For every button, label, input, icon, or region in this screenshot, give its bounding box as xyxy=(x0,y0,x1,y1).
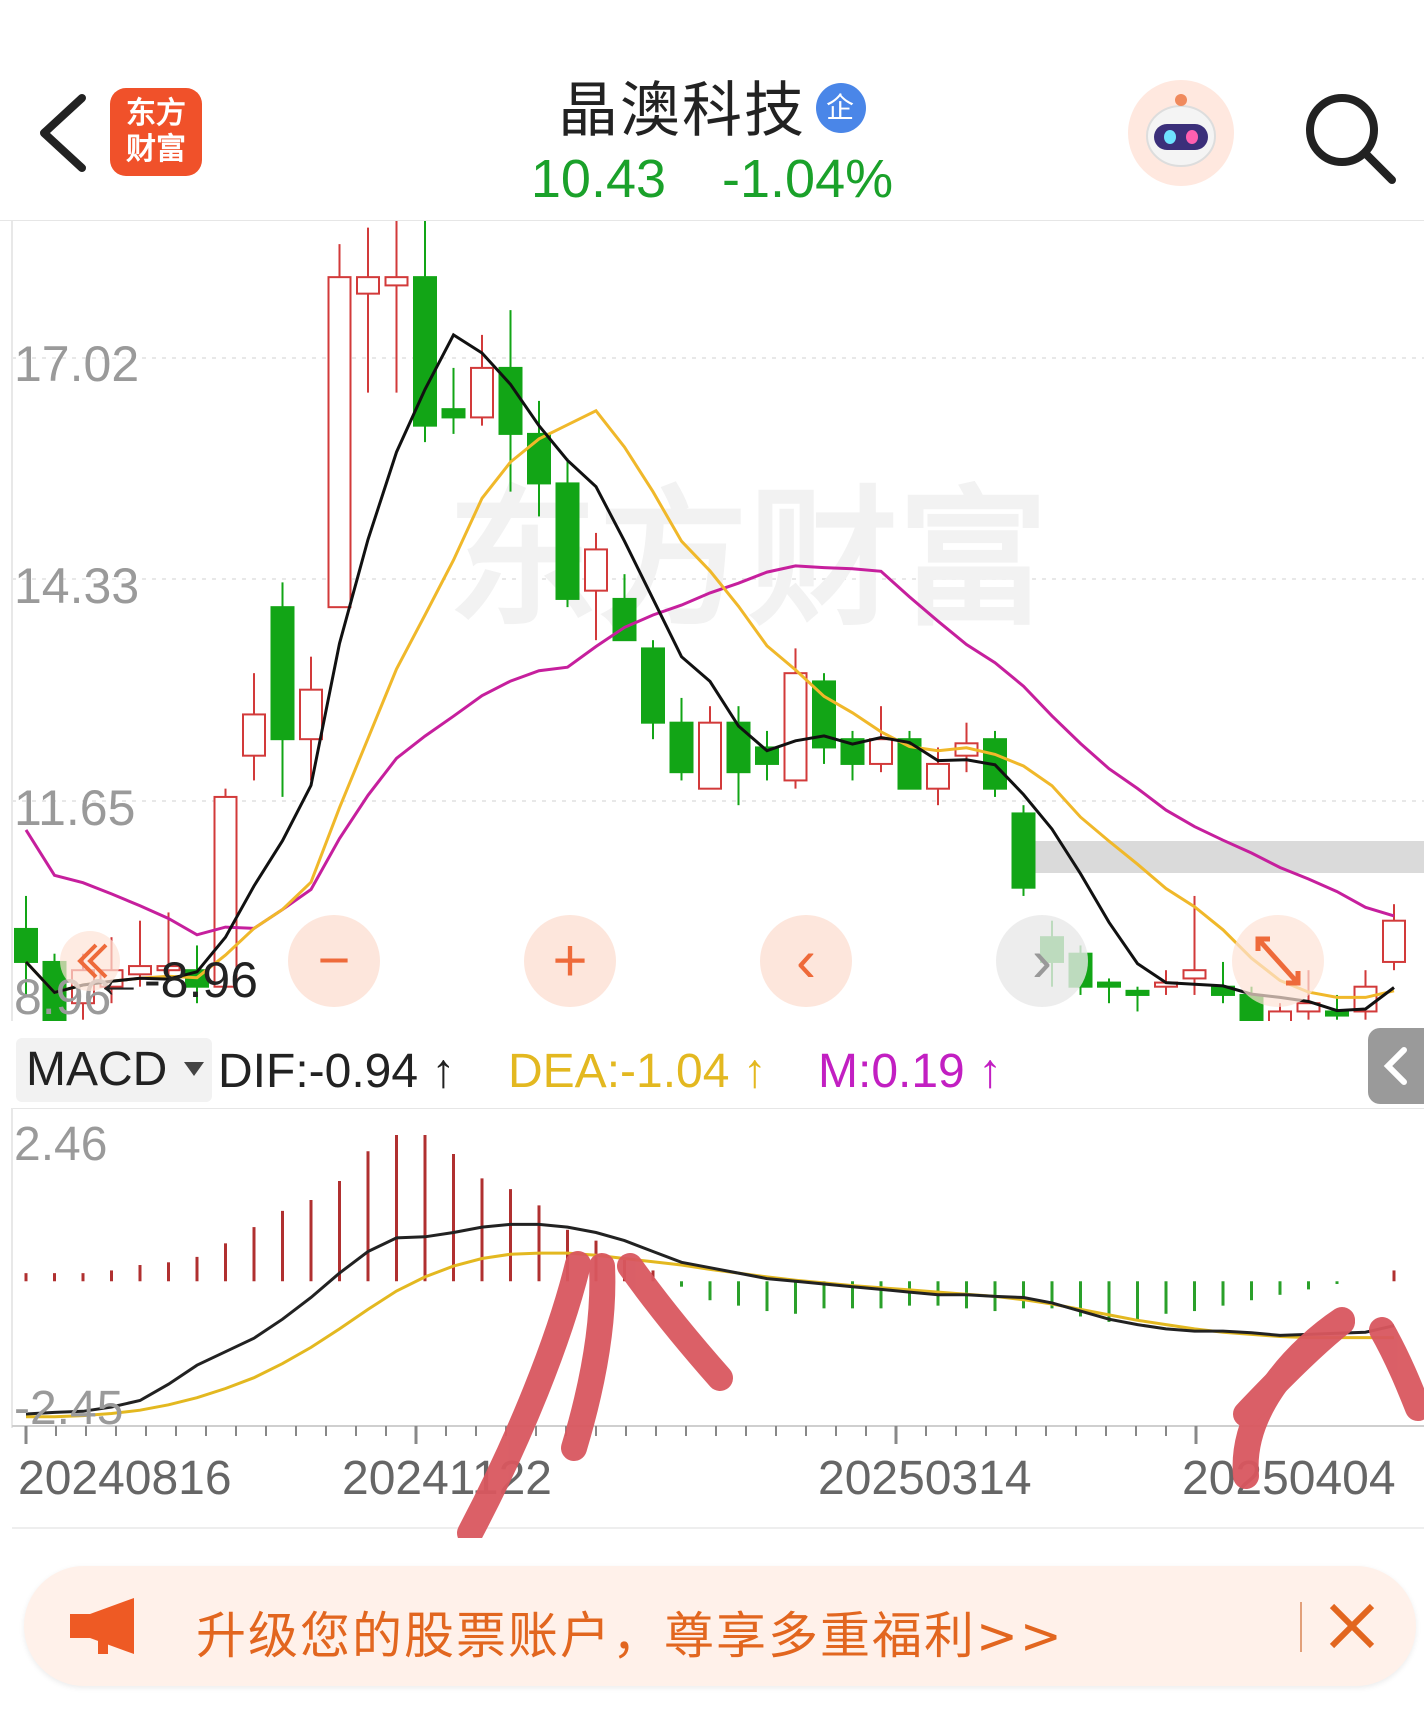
kline-chart[interactable]: 东方财富 17.02 14.33 11.65 8.96 ←-8.96 − + ‹… xyxy=(0,221,1424,1021)
y-label: 17.02 xyxy=(14,336,139,392)
current-price: 10.43 xyxy=(530,149,667,209)
enterprise-badge: 企 xyxy=(816,83,866,133)
candle-body xyxy=(698,721,722,790)
zoom-out-label: − xyxy=(318,928,351,991)
assistant-robot-icon[interactable] xyxy=(1128,80,1234,186)
x-label: 20241122 xyxy=(342,1452,552,1505)
candle-body xyxy=(384,276,409,287)
time-axis-ticks xyxy=(24,1426,1198,1444)
candle-body xyxy=(555,482,580,600)
promo-text: 升级您的股票账户，尊享多重福利>> xyxy=(196,1607,1064,1665)
candle-body xyxy=(1011,812,1036,889)
candle-body xyxy=(270,606,295,741)
candle-body xyxy=(726,721,751,774)
close-icon[interactable] xyxy=(1320,1594,1384,1658)
scroll-left-label: ‹ xyxy=(796,927,816,994)
y-label: 14.33 xyxy=(14,558,139,614)
indicator-selector-label: MACD xyxy=(26,1043,168,1096)
up-arrow-icon: ↑ xyxy=(742,1045,767,1098)
x-axis-labels: 20240816 20241122 20250314 20250404 xyxy=(18,1452,1396,1505)
dea-value: DEA:-1.04 xyxy=(508,1045,730,1098)
candle-body xyxy=(299,688,323,741)
candle-body xyxy=(926,762,950,790)
annotation-stroke xyxy=(617,1253,733,1391)
x-label: 20240816 xyxy=(18,1452,232,1505)
m-value: M:0.19 xyxy=(818,1045,965,1098)
scroll-right-button[interactable]: › xyxy=(996,915,1088,1007)
candle-body xyxy=(869,738,893,765)
dea-line xyxy=(26,1251,1394,1419)
up-arrow-icon: ↑ xyxy=(978,1045,1003,1098)
top-bar: 东方 财富 晶澳科技企 10.43 -1.04% xyxy=(0,0,1424,221)
macd-y-top: 2.46 xyxy=(14,1118,107,1171)
x-label: 20250404 xyxy=(1182,1452,1396,1505)
change-percent: -1.04% xyxy=(722,149,894,209)
scroll-right-label: › xyxy=(1032,927,1052,994)
macd-chart[interactable]: 2.46 -2.45 20240816 20241122 20250314 20… xyxy=(0,1108,1424,1538)
candle-body xyxy=(1125,989,1150,996)
candle-body xyxy=(669,721,694,774)
scroll-left-button[interactable]: ‹ xyxy=(760,915,852,1007)
candle-body xyxy=(1382,919,1406,963)
candle-body xyxy=(584,548,608,592)
candle-body xyxy=(527,432,551,485)
chevron-left-icon xyxy=(1383,1047,1407,1085)
zoom-out-button[interactable]: − xyxy=(288,915,380,1007)
dif-readout: DIF:-0.94 ↑ xyxy=(218,1044,455,1100)
dea-readout: DEA:-1.04 ↑ xyxy=(508,1044,767,1100)
candle-body xyxy=(14,927,38,963)
macd-histogram xyxy=(24,1134,1396,1322)
macd-y-bottom: -2.45 xyxy=(14,1382,123,1435)
candle-body xyxy=(1268,1010,1292,1021)
y-axis-labels: 17.02 14.33 11.65 8.96 xyxy=(14,336,139,1021)
indicator-bar: MACD DIF:-0.94 ↑ DEA:-1.04 ↑ M:0.19 ↑ xyxy=(0,1030,1424,1110)
dif-value: DIF:-0.94 xyxy=(218,1045,419,1098)
dropdown-caret-icon xyxy=(184,1062,204,1076)
banner-divider xyxy=(1300,1602,1302,1652)
search-icon[interactable] xyxy=(1300,88,1400,188)
x-label: 20250314 xyxy=(818,1452,1032,1505)
promo-banner[interactable]: 升级您的股票账户，尊享多重福利>> xyxy=(24,1566,1416,1686)
candle-body xyxy=(1182,969,1207,980)
candle-body xyxy=(242,713,266,757)
side-panel-toggle[interactable] xyxy=(1368,1028,1424,1104)
candle-body xyxy=(441,408,466,419)
candle-body xyxy=(470,366,494,419)
m-readout: M:0.19 ↑ xyxy=(818,1044,1002,1100)
indicator-selector[interactable]: MACD xyxy=(16,1038,212,1102)
up-arrow-icon: ↑ xyxy=(431,1045,456,1098)
candle-body xyxy=(1097,981,1121,988)
zoom-in-button[interactable]: + xyxy=(524,915,616,1007)
zoom-in-label: + xyxy=(552,927,587,994)
megaphone-icon xyxy=(70,1598,134,1654)
stock-name: 晶澳科技 xyxy=(558,76,806,146)
expand-icon[interactable] xyxy=(1232,915,1324,1007)
candle-body xyxy=(783,672,808,782)
candle-body xyxy=(356,276,380,295)
y-label: 11.65 xyxy=(14,780,135,836)
collapse-double-chevron-icon[interactable] xyxy=(60,931,120,991)
candle-body xyxy=(327,276,352,609)
annotation-stroke xyxy=(1369,1317,1424,1421)
candle-body xyxy=(641,647,665,724)
